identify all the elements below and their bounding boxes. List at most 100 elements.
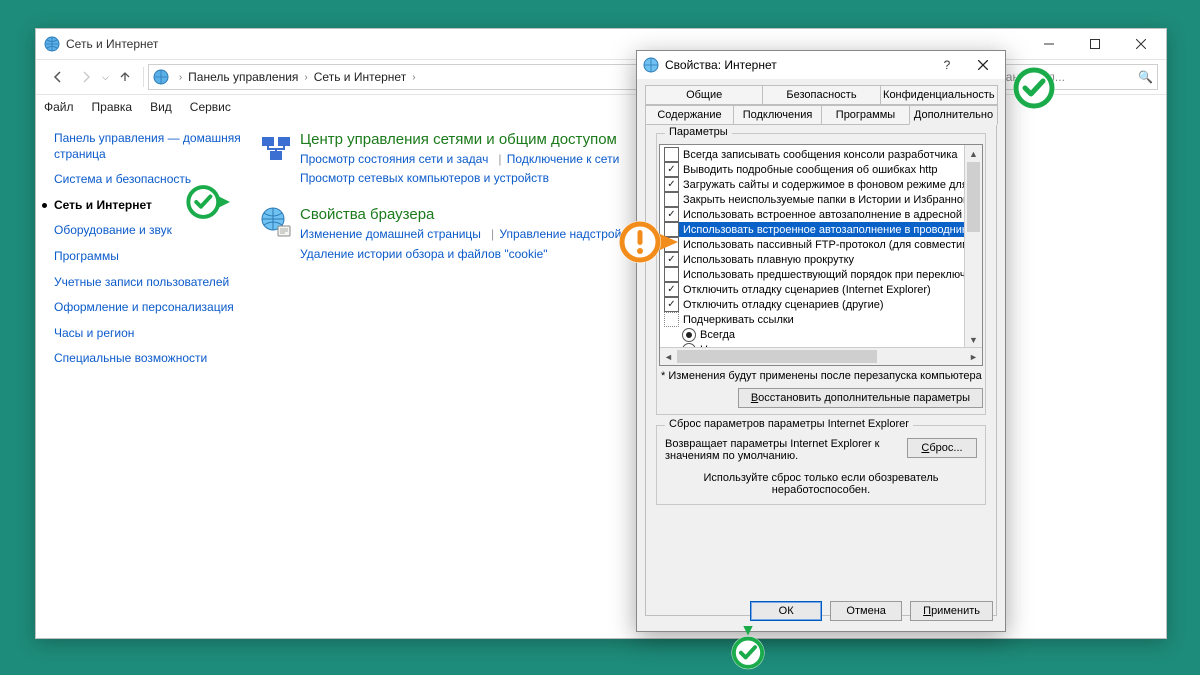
- options-tree[interactable]: Всегда записывать сообщения консоли разр…: [659, 144, 983, 366]
- sidebar-item-home[interactable]: Панель управления — домашняя страница: [54, 131, 244, 162]
- option-row[interactable]: ✓Загружать сайты и содержимое в фоновом …: [664, 177, 982, 192]
- check-badge: [1012, 66, 1056, 110]
- tab-content[interactable]: Содержание: [645, 105, 734, 125]
- network-center-heading[interactable]: Центр управления сетями и общим доступом: [300, 131, 627, 148]
- tab-security[interactable]: Безопасность: [762, 85, 880, 105]
- dialog-buttons: ОК Отмена Применить: [750, 601, 993, 621]
- back-button[interactable]: [44, 63, 72, 91]
- option-label: Использовать встроенное автозаполнение в…: [683, 209, 962, 221]
- checkbox[interactable]: ✓: [664, 177, 679, 192]
- tab-programs[interactable]: Программы: [821, 105, 910, 125]
- tab-general[interactable]: Общие: [645, 85, 763, 105]
- group-icon: [664, 312, 679, 327]
- maximize-button[interactable]: [1072, 29, 1118, 59]
- check-badge: [186, 180, 230, 224]
- menu-edit[interactable]: Правка: [92, 100, 133, 114]
- group-parameters: Параметры Всегда записывать сообщения ко…: [656, 133, 986, 415]
- menu-file[interactable]: Файл: [44, 100, 74, 114]
- checkbox[interactable]: [664, 267, 679, 282]
- tab-row-1: Общие Безопасность Конфиденциальность: [645, 85, 997, 105]
- cancel-button[interactable]: Отмена: [830, 601, 902, 621]
- checkbox[interactable]: [664, 147, 679, 162]
- scroll-thumb[interactable]: [967, 162, 980, 232]
- checkbox[interactable]: [664, 192, 679, 207]
- browser-properties-icon: [260, 206, 300, 263]
- dialog-title: Свойства: Интернет: [665, 58, 777, 72]
- link-homepage[interactable]: Изменение домашней страницы: [300, 227, 481, 241]
- link-delete-history[interactable]: Удаление истории обзора и файлов "cookie…: [300, 247, 548, 261]
- option-label: Использовать встроенное автозаполнение в…: [683, 224, 973, 236]
- checkbox[interactable]: ✓: [664, 297, 679, 312]
- menu-service[interactable]: Сервис: [190, 100, 231, 114]
- scroll-down-icon[interactable]: ▼: [965, 331, 982, 348]
- forward-button[interactable]: [72, 63, 100, 91]
- scroll-thumb-h[interactable]: [677, 350, 877, 363]
- horizontal-scrollbar[interactable]: ◄ ►: [660, 347, 982, 365]
- option-group-header: Подчеркивать ссылки: [664, 312, 982, 327]
- chevron-right-icon[interactable]: ›: [412, 72, 415, 83]
- radio-row[interactable]: Всегда: [664, 327, 982, 342]
- group-label: Параметры: [665, 126, 732, 138]
- tab-advanced[interactable]: Дополнительно: [909, 105, 998, 125]
- dialog-titlebar: Свойства: Интернет ?: [637, 51, 1005, 79]
- vertical-scrollbar[interactable]: ▲ ▼: [964, 145, 982, 348]
- option-row[interactable]: ✓ Отключить отладку сценариев (Internet E…: [664, 282, 982, 297]
- apply-button[interactable]: Применить: [910, 601, 993, 621]
- sidebar-item-hardware[interactable]: Оборудование и звук: [54, 223, 244, 239]
- option-row[interactable]: ✓Выводить подробные сообщения об ошибках…: [664, 162, 982, 177]
- breadcrumb-current[interactable]: Сеть и Интернет: [314, 70, 406, 84]
- sidebar-item-clock[interactable]: Часы и регион: [54, 326, 244, 342]
- radio-label: Всегда: [700, 329, 735, 341]
- sidebar-item-accessibility[interactable]: Специальные возможности: [54, 351, 244, 367]
- option-row[interactable]: Закрыть неиспользуемые папки в Истории и…: [664, 192, 982, 207]
- reset-text: Возвращает параметры Internet Explorer к…: [665, 438, 897, 462]
- scroll-left-icon[interactable]: ◄: [660, 348, 677, 365]
- tab-connections[interactable]: Подключения: [733, 105, 822, 125]
- scroll-up-icon[interactable]: ▲: [965, 145, 982, 162]
- network-center-icon: [260, 131, 300, 188]
- network-icon: [153, 69, 169, 85]
- breadcrumb-root[interactable]: Панель управления: [188, 70, 298, 84]
- option-row[interactable]: Использовать встроенное автозаполнение в…: [664, 222, 982, 237]
- link-view-devices[interactable]: Просмотр сетевых компьютеров и устройств: [300, 171, 549, 185]
- option-row[interactable]: Использовать предшествующий порядок при …: [664, 267, 982, 282]
- sidebar-item-accounts[interactable]: Учетные записи пользователей: [54, 275, 244, 291]
- globe-icon: [643, 57, 659, 73]
- tab-privacy[interactable]: Конфиденциальность: [880, 85, 998, 105]
- minimize-button[interactable]: [1026, 29, 1072, 59]
- reset-button[interactable]: Сброс...: [907, 438, 977, 458]
- option-row[interactable]: ✓Отключить отладку сценариев (другие): [664, 297, 982, 312]
- option-row[interactable]: Использовать пассивный FTP-протокол (для…: [664, 237, 982, 252]
- chevron-right-icon[interactable]: ›: [179, 72, 182, 83]
- check-badge: [726, 626, 770, 670]
- checkbox[interactable]: ✓: [664, 162, 679, 177]
- radio[interactable]: [682, 328, 696, 342]
- up-button[interactable]: [111, 63, 139, 91]
- menu-view[interactable]: Вид: [150, 100, 172, 114]
- option-label: Отключить отладку сценариев (Internet Ex…: [683, 284, 931, 296]
- option-row[interactable]: ✓Использовать плавную прокрутку: [664, 252, 982, 267]
- sidebar-item-appearance[interactable]: Оформление и персонализация: [54, 300, 244, 316]
- option-row[interactable]: Всегда записывать сообщения консоли разр…: [664, 147, 982, 162]
- dialog-close-button[interactable]: [965, 51, 1001, 79]
- history-dropdown[interactable]: ⌵: [102, 72, 109, 83]
- reset-note: Используйте сброс только если обозревате…: [665, 472, 977, 496]
- close-button[interactable]: [1118, 29, 1164, 59]
- warn-badge: [618, 220, 678, 264]
- option-label: Использовать предшествующий порядок при …: [683, 269, 966, 281]
- scroll-right-icon[interactable]: ►: [965, 348, 982, 365]
- ok-button[interactable]: ОК: [750, 601, 822, 621]
- help-button[interactable]: ?: [929, 51, 965, 79]
- sidebar-item-programs[interactable]: Программы: [54, 249, 244, 265]
- checkbox[interactable]: ✓: [664, 282, 679, 297]
- group-reset-label: Сброс параметров параметры Internet Expl…: [665, 418, 913, 430]
- restore-defaults-button[interactable]: Восстановить дополнительные параметры: [738, 388, 983, 408]
- search-icon[interactable]: 🔍: [1138, 70, 1153, 84]
- tab-body-advanced: Параметры Всегда записывать сообщения ко…: [645, 124, 997, 616]
- link-connect[interactable]: Подключение к сети: [507, 152, 619, 166]
- link-view-status[interactable]: Просмотр состояния сети и задач: [300, 152, 488, 166]
- option-row[interactable]: ✓Использовать встроенное автозаполнение …: [664, 207, 982, 222]
- option-label: Использовать пассивный FTP-протокол (для…: [683, 239, 976, 251]
- chevron-right-icon[interactable]: ›: [304, 72, 307, 83]
- option-label: Закрыть неиспользуемые папки в Истории и…: [683, 194, 971, 206]
